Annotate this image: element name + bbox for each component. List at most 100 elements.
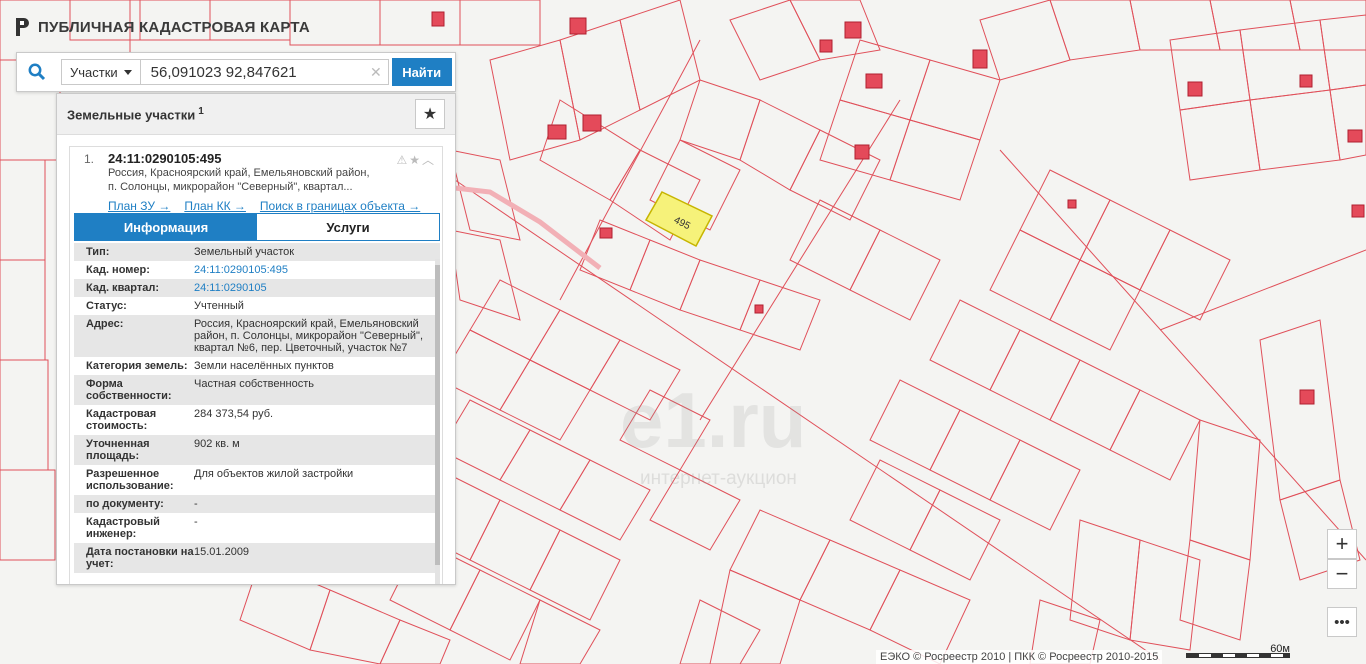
zoom-in-button[interactable]: + xyxy=(1327,529,1357,559)
result-cadastral-number[interactable]: 24:11:0290105:495 xyxy=(108,151,432,166)
info-row: Категория земель: Земли населённых пункто… xyxy=(74,357,440,375)
info-row-key: по документу: xyxy=(86,498,164,510)
info-row-value: - xyxy=(194,516,198,528)
info-row-key: Кадастровый инженер: xyxy=(86,516,160,540)
star-icon: ★ xyxy=(422,106,438,123)
map-attribution: ЕЭКО © Росреестр 2010 | ПКК © Росреестр … xyxy=(876,650,1163,664)
info-row-value: Земли населённых пунктов xyxy=(194,360,334,372)
info-row: Кадастровый инженер: - xyxy=(74,513,440,543)
panel-title: Земельные участки 1 xyxy=(67,106,204,122)
result-item[interactable]: 1. 24:11:0290105:495 Россия, Красноярски… xyxy=(70,147,442,194)
building xyxy=(1067,199,1077,209)
watermark: e1.ru xyxy=(620,376,807,464)
scale-bar: 60м xyxy=(1186,642,1296,662)
panel-scrollbar[interactable] xyxy=(435,259,440,584)
logo-icon xyxy=(16,18,29,36)
clear-icon[interactable]: ✕ xyxy=(370,64,382,81)
building xyxy=(865,73,883,89)
info-row: Разрешенное использование: Для объектов ж… xyxy=(74,465,440,495)
info-row-key: Дата постановки на учет: xyxy=(86,546,194,570)
building xyxy=(844,21,862,39)
chevron-up-icon[interactable]: ︿ xyxy=(422,153,436,167)
info-row-value[interactable]: 24:11:0290105 xyxy=(194,282,440,294)
search-bar: Участки 56,091023 92,847621 ✕ Найти xyxy=(16,52,456,92)
result-tabs: Информация Услуги xyxy=(74,213,440,241)
info-row-value[interactable]: 24:11:0290105:495 xyxy=(194,264,440,276)
zoom-controls: + − xyxy=(1327,529,1357,589)
panel-title-text: Земельные участки xyxy=(67,107,196,123)
info-row-key: Кадастровая стоимость: xyxy=(86,408,157,432)
info-row: Кад. квартал: 24:11:0290105 xyxy=(74,279,440,297)
warning-icon[interactable]: ⚠ xyxy=(396,153,409,167)
info-row-value: Учтенный xyxy=(194,300,244,312)
info-row-value: Россия, Красноярский край, Емельяновский… xyxy=(194,318,424,354)
search-input[interactable]: 56,091023 92,847621 ✕ xyxy=(140,59,389,85)
app-title-text: ПУБЛИЧНАЯ КАДАСТРОВАЯ КАРТА xyxy=(38,18,310,36)
info-row: Адрес: Россия, Красноярский край, Емельян… xyxy=(74,315,440,357)
info-row: Кад. номер: 24:11:0290105:495 xyxy=(74,261,440,279)
app-title: ПУБЛИЧНАЯ КАДАСТРОВАЯ КАРТА xyxy=(14,15,310,39)
building xyxy=(819,39,833,53)
result-tools: ⚠★︿ xyxy=(396,151,436,168)
info-row-value: Частная собственность xyxy=(194,378,315,390)
info-row-value: 15.01.2009 xyxy=(194,546,250,558)
info-row: Тип: Земельный участок xyxy=(74,243,440,261)
info-row-key: Статус: xyxy=(86,300,127,312)
info-row: Уточненная площадь: 902 кв. м xyxy=(74,435,440,465)
plan-zu-link[interactable]: План ЗУ → xyxy=(108,199,170,213)
info-row-value: - xyxy=(194,498,198,510)
scrollbar-thumb[interactable] xyxy=(435,265,440,565)
info-row: по документу: - xyxy=(74,495,440,513)
info-row: Дата постановки на учет: 15.01.2009 xyxy=(74,543,440,573)
chevron-down-icon xyxy=(123,69,132,75)
info-row: Статус: Учтенный xyxy=(74,297,440,315)
building xyxy=(582,114,602,132)
building xyxy=(431,11,445,27)
info-row-value: 902 кв. м xyxy=(194,438,240,450)
tab-information[interactable]: Информация xyxy=(75,214,257,240)
search-bounds-link[interactable]: Поиск в границах объекта → xyxy=(260,199,420,213)
building xyxy=(972,49,988,69)
search-input-value: 56,091023 92,847621 xyxy=(150,63,297,81)
result-address-line2: п. Солонцы, микрорайон "Северный", кварт… xyxy=(108,181,353,193)
building xyxy=(1347,129,1363,143)
info-row-key: Уточненная площадь: xyxy=(86,438,150,462)
building xyxy=(1351,204,1365,218)
building xyxy=(599,227,613,239)
search-button[interactable]: Найти xyxy=(391,58,452,86)
more-button[interactable]: ••• xyxy=(1327,607,1357,637)
category-dropdown[interactable]: Участки xyxy=(61,59,141,85)
info-row-key: Адрес: xyxy=(86,318,124,330)
info-table: Тип: Земельный участок Кад. номер: 24:11:02… xyxy=(74,243,440,573)
info-row: Форма собственности: Частная собственност… xyxy=(74,375,440,405)
building xyxy=(1299,74,1313,88)
zoom-out-button[interactable]: − xyxy=(1327,559,1357,589)
result-links: План ЗУ → План КК → Поиск в границах объ… xyxy=(108,199,442,213)
category-dropdown-value: Участки xyxy=(70,64,118,80)
watermark-subtitle: интернет-аукцион xyxy=(640,468,797,489)
search-icon[interactable] xyxy=(17,53,57,91)
info-row: Кадастровая стоимость: 284 373,54 руб. xyxy=(74,405,440,435)
favorite-star-button[interactable]: ★ xyxy=(415,99,445,129)
info-row-key: Кад. номер: xyxy=(86,264,150,276)
result-count: 1 xyxy=(198,105,204,117)
info-row-key: Разрешенное использование: xyxy=(86,468,174,492)
info-row-value: 284 373,54 руб. xyxy=(194,408,274,420)
info-row-key: Тип: xyxy=(86,246,110,258)
scale-bar-graphic xyxy=(1186,653,1290,658)
panel-header: Земельные участки 1 ★ xyxy=(57,94,455,135)
results-panel: Земельные участки 1 ★ 1. 24:11:0290105:49… xyxy=(56,93,456,585)
building xyxy=(1187,81,1203,97)
result-index: 1. xyxy=(84,152,95,166)
info-row-value: Для объектов жилой застройки xyxy=(194,468,354,480)
info-row-value: Земельный участок xyxy=(194,246,295,258)
building xyxy=(547,124,567,140)
info-row-key: Кад. квартал: xyxy=(86,282,160,294)
plan-kk-link[interactable]: План КК → xyxy=(184,199,246,213)
building xyxy=(754,304,764,314)
building xyxy=(1299,389,1315,405)
star-icon[interactable]: ★ xyxy=(409,153,422,167)
info-row-key: Категория земель: xyxy=(86,360,188,372)
building xyxy=(854,144,870,160)
tab-services[interactable]: Услуги xyxy=(257,214,439,240)
